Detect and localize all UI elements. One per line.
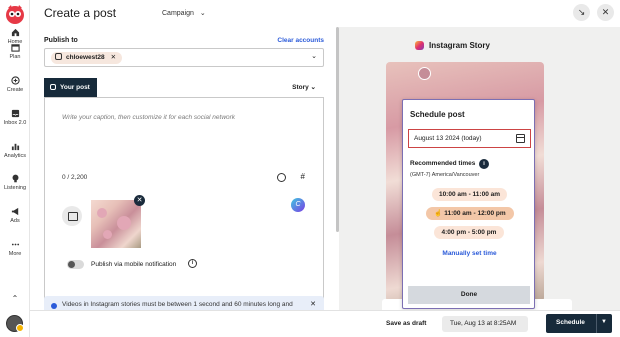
post-type-label: Story bbox=[292, 84, 309, 91]
emoji-icon[interactable] bbox=[277, 173, 286, 182]
header: Create a post Campaign ⌄ ↘ ✕ bbox=[30, 0, 620, 27]
more-dots-icon bbox=[11, 243, 19, 246]
bar-chart-icon bbox=[11, 143, 19, 151]
rail-analytics[interactable]: Analytics bbox=[0, 142, 30, 159]
rail-label-ads: Ads bbox=[10, 218, 20, 224]
character-counter: 0 / 2,200 bbox=[62, 174, 88, 181]
chevron-up-icon[interactable]: ⌃ bbox=[9, 294, 21, 304]
hootsuite-owl-logo[interactable] bbox=[4, 4, 26, 24]
megaphone-icon bbox=[11, 207, 18, 216]
left-rail: Home Plan Create Inbox 2.0 Analytics Lis… bbox=[0, 0, 30, 337]
remove-media-icon[interactable]: ✕ bbox=[134, 195, 145, 206]
hashtag-icon[interactable]: # bbox=[301, 172, 305, 181]
caption-placeholder[interactable]: Write your caption, then customize it fo… bbox=[62, 114, 235, 121]
button-separator bbox=[596, 314, 597, 333]
chevron-down-icon[interactable]: ▼ bbox=[601, 319, 607, 325]
calendar-icon bbox=[10, 44, 20, 52]
composer-panel: Publish to Clear accounts chloewest28 ✕ ⌄… bbox=[30, 27, 338, 310]
story-avatar bbox=[418, 67, 431, 80]
footer-bar: Save as draft Tue, Aug 13 at 8:25AM Sche… bbox=[30, 310, 620, 337]
save-as-draft-button[interactable]: Save as draft bbox=[386, 320, 426, 327]
scheduled-time-chip[interactable]: Tue, Aug 13 at 8:25AM bbox=[442, 316, 528, 332]
lightbulb-icon bbox=[12, 174, 18, 183]
preview-title: Instagram Story bbox=[415, 41, 490, 50]
mobile-notification-toggle[interactable] bbox=[67, 260, 84, 269]
info-icon[interactable]: i bbox=[479, 159, 489, 169]
remove-account-icon[interactable]: ✕ bbox=[111, 54, 116, 61]
instagram-icon bbox=[50, 84, 56, 90]
rail-listening[interactable]: Listening bbox=[0, 174, 30, 191]
plus-circle-icon bbox=[10, 76, 20, 85]
notice-text: Videos in Instagram stories must be betw… bbox=[62, 301, 293, 308]
date-value: August 13 2024 (today) bbox=[414, 135, 482, 142]
page-title: Create a post bbox=[44, 6, 117, 20]
preview-title-label: Instagram Story bbox=[429, 41, 490, 50]
info-icon[interactable]: i bbox=[188, 259, 197, 268]
minimize-button[interactable]: ↘ bbox=[573, 4, 590, 21]
rail-label-listening: Listening bbox=[3, 185, 27, 191]
tab-your-post[interactable]: Your post bbox=[44, 78, 97, 97]
post-type-dropdown[interactable]: Story ⌄ bbox=[292, 83, 316, 91]
time-slot[interactable]: 4:00 pm - 5:00 pm bbox=[434, 226, 504, 239]
schedule-button[interactable]: Schedule ▼ bbox=[546, 314, 612, 333]
rail-label-create: Create bbox=[6, 87, 24, 93]
schedule-popover: Schedule post August 13 2024 (today) Rec… bbox=[402, 99, 535, 309]
publish-to-label: Publish to bbox=[44, 37, 78, 44]
home-icon bbox=[11, 28, 19, 37]
timezone-label: (GMT-7) America/Vancouver bbox=[410, 172, 480, 178]
inbox-icon bbox=[11, 109, 19, 118]
manually-set-time-link[interactable]: Manually set time bbox=[403, 250, 536, 257]
notice-banner: Videos in Instagram stories must be betw… bbox=[44, 296, 324, 310]
chevron-down-icon: ⌄ bbox=[199, 10, 206, 17]
chevron-down-icon: ⌄ bbox=[310, 84, 316, 91]
close-button[interactable]: ✕ bbox=[597, 4, 614, 21]
rail-label-analytics: Analytics bbox=[3, 153, 26, 159]
account-selector[interactable]: chloewest28 ✕ ⌄ bbox=[44, 48, 324, 67]
arrow-down-right-icon: ↘ bbox=[577, 7, 586, 17]
cursor-hand-icon: ☝ bbox=[434, 210, 443, 217]
clear-accounts-link[interactable]: Clear accounts bbox=[277, 37, 324, 44]
account-chip-label: chloewest28 bbox=[66, 54, 105, 61]
close-icon[interactable]: ✕ bbox=[310, 300, 316, 308]
rail-ads[interactable]: Ads bbox=[0, 207, 30, 224]
mobile-notification-label: Publish via mobile notification bbox=[91, 261, 177, 268]
tab-your-post-label: Your post bbox=[60, 84, 90, 91]
rail-label-more: More bbox=[8, 251, 22, 257]
campaign-label: Campaign bbox=[162, 10, 194, 17]
info-dot-icon bbox=[51, 303, 57, 309]
time-slot-label: 11:00 am - 12:00 pm bbox=[444, 210, 506, 217]
rail-plan[interactable]: Plan bbox=[0, 43, 30, 60]
media-thumbnail[interactable] bbox=[91, 200, 141, 248]
rail-create[interactable]: Create bbox=[0, 76, 30, 93]
date-picker-field[interactable]: August 13 2024 (today) bbox=[408, 129, 531, 148]
add-media-icon[interactable] bbox=[62, 206, 82, 226]
time-slot-selected[interactable]: ☝ 11:00 am - 12:00 pm bbox=[426, 207, 514, 220]
campaign-dropdown[interactable]: Campaign ⌄ bbox=[162, 9, 206, 17]
canva-icon[interactable]: C bbox=[291, 198, 305, 212]
rail-label-inbox: Inbox 2.0 bbox=[3, 120, 27, 126]
close-icon: ✕ bbox=[601, 7, 610, 17]
instagram-icon bbox=[55, 53, 62, 60]
schedule-title: Schedule post bbox=[410, 110, 465, 119]
recommended-times-label: Recommended times bbox=[410, 160, 476, 167]
rail-more[interactable]: More bbox=[0, 240, 30, 257]
schedule-button-label: Schedule bbox=[556, 319, 585, 326]
account-chip[interactable]: chloewest28 ✕ bbox=[51, 52, 123, 64]
avatar[interactable] bbox=[6, 315, 24, 332]
caption-editor[interactable]: Write your caption, then customize it fo… bbox=[44, 98, 324, 310]
instagram-icon bbox=[415, 41, 424, 50]
calendar-icon[interactable] bbox=[516, 134, 525, 143]
rail-label-plan: Plan bbox=[9, 54, 21, 60]
time-slot[interactable]: 10:00 am - 11:00 am bbox=[432, 188, 507, 201]
chevron-down-icon[interactable]: ⌄ bbox=[311, 52, 317, 60]
rail-inbox[interactable]: Inbox 2.0 bbox=[0, 109, 30, 126]
done-button[interactable]: Done bbox=[408, 286, 530, 304]
